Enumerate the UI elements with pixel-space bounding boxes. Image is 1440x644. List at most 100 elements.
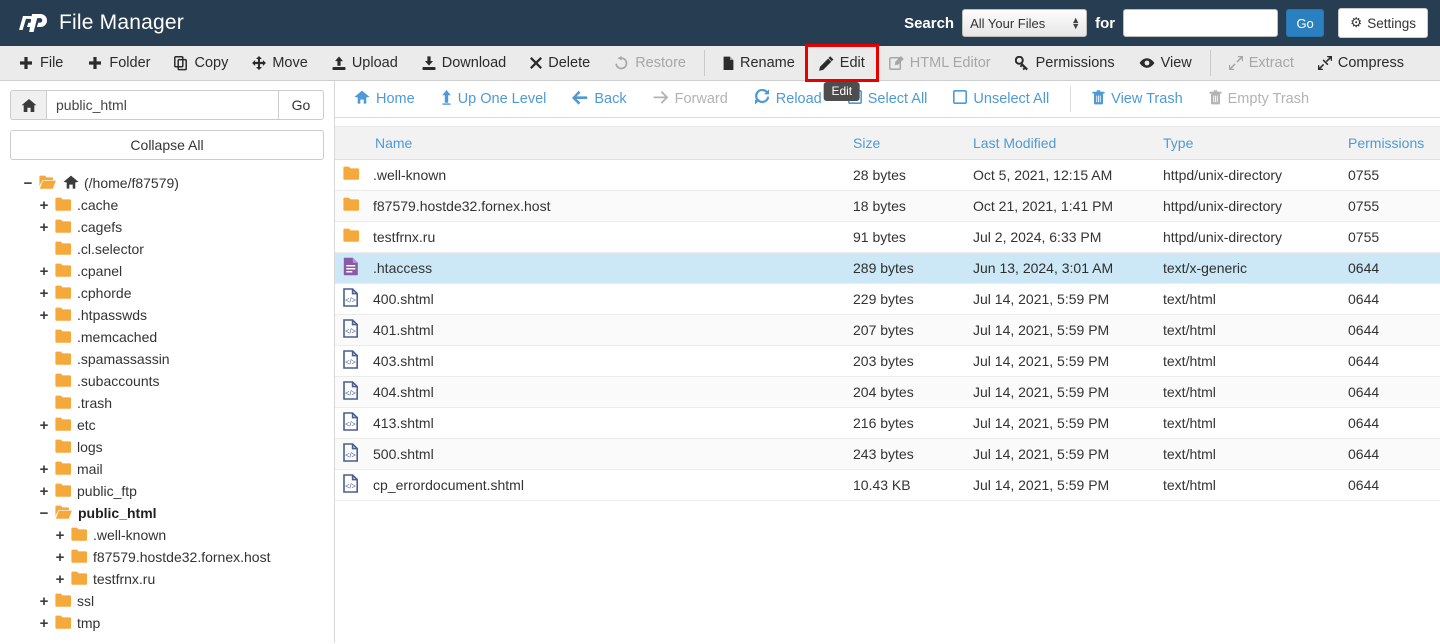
toolbar-button-download[interactable]: Download xyxy=(410,46,519,80)
tree-toggle-icon[interactable]: + xyxy=(38,462,50,477)
column-header-last-modified[interactable]: Last Modified xyxy=(965,126,1155,160)
cell-name[interactable]: </> 404.shtml xyxy=(335,376,845,408)
nav-button-unselect-all[interactable]: Unselect All xyxy=(940,81,1062,117)
tree-item-.cpanel[interactable]: + .cpanel xyxy=(10,260,324,282)
file-name[interactable]: 500.shtml xyxy=(373,446,434,462)
tree-toggle-icon[interactable]: − xyxy=(38,506,50,521)
toolbar-button-delete[interactable]: Delete xyxy=(518,46,602,80)
cell-name[interactable]: </> 413.shtml xyxy=(335,407,845,439)
table-row[interactable]: </> 404.shtml 204 bytes Jul 14, 2021, 5:59 … xyxy=(335,376,1440,408)
path-home-button[interactable] xyxy=(10,90,46,120)
tree-toggle-icon[interactable]: + xyxy=(54,528,66,543)
cell-name[interactable]: testfrnx.ru xyxy=(335,221,845,253)
column-header-type[interactable]: Type xyxy=(1155,126,1340,160)
tree-toggle-icon[interactable]: + xyxy=(54,572,66,587)
tree-toggle-icon[interactable]: + xyxy=(38,264,50,279)
tree-toggle-icon[interactable]: + xyxy=(38,286,50,301)
file-name[interactable]: f87579.hostde32.fornex.host xyxy=(373,198,550,214)
settings-button[interactable]: ⚙ Settings xyxy=(1338,8,1428,38)
column-header-permissions[interactable]: Permissions xyxy=(1340,126,1440,160)
tree-item-.cl.selector[interactable]: +.cl.selector xyxy=(10,238,324,260)
tree-toggle-icon[interactable]: + xyxy=(38,418,50,433)
tree-item-.cache[interactable]: + .cache xyxy=(10,194,324,216)
table-row[interactable]: f87579.hostde32.fornex.host 18 bytes Oct 2… xyxy=(335,190,1440,222)
tree-item-.trash[interactable]: +.trash xyxy=(10,392,324,414)
toolbar-button-file[interactable]: File xyxy=(6,46,75,80)
nav-button-back[interactable]: Back xyxy=(559,81,639,117)
tree-item-public_html[interactable]: − public_html xyxy=(10,502,324,524)
file-name[interactable]: testfrnx.ru xyxy=(373,229,435,245)
table-row[interactable]: </> 403.shtml 203 bytes Jul 14, 2021, 5:59 … xyxy=(335,345,1440,377)
tree-item-.spamassassin[interactable]: +.spamassassin xyxy=(10,348,324,370)
toolbar-button-view[interactable]: View xyxy=(1127,46,1204,80)
table-row[interactable]: .htaccess 289 bytes Jun 13, 2024, 3:01 AM t… xyxy=(335,252,1440,284)
tree-toggle-icon[interactable]: + xyxy=(38,594,50,609)
table-row[interactable]: </> 413.shtml 216 bytes Jul 14, 2021, 5:59 … xyxy=(335,407,1440,439)
nav-button-view-trash[interactable]: View Trash xyxy=(1079,81,1195,117)
column-header-name[interactable]: Name xyxy=(335,126,845,160)
tree-toggle-icon[interactable]: + xyxy=(54,550,66,565)
collapse-all-button[interactable]: Collapse All xyxy=(10,130,324,160)
tree-item-.cphorde[interactable]: + .cphorde xyxy=(10,282,324,304)
file-name[interactable]: 403.shtml xyxy=(373,353,434,369)
file-name[interactable]: 401.shtml xyxy=(373,322,434,338)
tree-item-.cagefs[interactable]: + .cagefs xyxy=(10,216,324,238)
table-row[interactable]: testfrnx.ru 91 bytes Jul 2, 2024, 6:33 PM h… xyxy=(335,221,1440,253)
tree-item-mail[interactable]: + mail xyxy=(10,458,324,480)
search-input[interactable] xyxy=(1123,9,1279,37)
file-name[interactable]: 404.shtml xyxy=(373,384,434,400)
table-row[interactable]: .well-known 28 bytes Oct 5, 2021, 12:15 AM… xyxy=(335,159,1440,191)
search-go-button[interactable]: Go xyxy=(1286,9,1325,37)
tree-item-.subaccounts[interactable]: +.subaccounts xyxy=(10,370,324,392)
path-input[interactable] xyxy=(46,90,278,120)
toolbar-button-edit[interactable]: Edit Edit xyxy=(804,44,879,101)
table-row[interactable]: </> 401.shtml 207 bytes Jul 14, 2021, 5:59 … xyxy=(335,314,1440,346)
file-name[interactable]: cp_errordocument.shtml xyxy=(373,477,524,493)
tree-toggle-icon[interactable]: + xyxy=(38,198,50,213)
file-name[interactable]: 413.shtml xyxy=(373,415,434,431)
toolbar-button-compress[interactable]: Compress xyxy=(1306,46,1416,80)
tree-item-.well-known[interactable]: + .well-known xyxy=(10,524,324,546)
toolbar-button-permissions[interactable]: Permissions xyxy=(1003,46,1127,80)
toolbar-button-copy[interactable]: Copy xyxy=(162,46,240,80)
tree-toggle-icon[interactable]: − xyxy=(22,176,34,191)
search-scope-select[interactable]: All Your Files xyxy=(962,9,1088,37)
tree-item-logs[interactable]: +logs xyxy=(10,436,324,458)
nav-button-up-one-level[interactable]: Up One Level xyxy=(428,81,560,117)
tree-item-testfrnx.ru[interactable]: + testfrnx.ru xyxy=(10,568,324,590)
file-name[interactable]: .htaccess xyxy=(373,260,432,276)
table-row[interactable]: </> cp_errordocument.shtml 10.43 KB Jul 14,… xyxy=(335,469,1440,501)
column-header-size[interactable]: Size xyxy=(845,126,965,160)
cell-name[interactable]: </> 400.shtml xyxy=(335,283,845,315)
toolbar-button-rename[interactable]: Rename xyxy=(711,46,807,80)
toolbar-button-folder[interactable]: Folder xyxy=(75,46,162,80)
table-row[interactable]: </> 500.shtml 243 bytes Jul 14, 2021, 5:59 … xyxy=(335,438,1440,470)
tree-item-ssl[interactable]: + ssl xyxy=(10,590,324,612)
nav-button-reload[interactable]: Reload xyxy=(741,81,835,117)
cell-name[interactable]: </> cp_errordocument.shtml xyxy=(335,469,845,501)
cell-name[interactable]: .well-known xyxy=(335,159,845,191)
tree-toggle-icon[interactable]: + xyxy=(38,616,50,631)
tree-item-public_ftp[interactable]: + public_ftp xyxy=(10,480,324,502)
tree-toggle-icon[interactable]: + xyxy=(38,308,50,323)
cell-name[interactable]: .htaccess xyxy=(335,252,845,284)
tree-item-.htpasswds[interactable]: + .htpasswds xyxy=(10,304,324,326)
tree-item-etc[interactable]: + etc xyxy=(10,414,324,436)
cell-name[interactable]: </> 403.shtml xyxy=(335,345,845,377)
cell-name[interactable]: f87579.hostde32.fornex.host xyxy=(335,190,845,222)
tree-toggle-icon[interactable]: + xyxy=(38,484,50,499)
tree-item-f87579.hostde32.fornex.host[interactable]: + f87579.hostde32.fornex.host xyxy=(10,546,324,568)
tree-item-homef87579[interactable]: − (/home/f87579) xyxy=(10,172,324,194)
file-name[interactable]: .well-known xyxy=(373,167,446,183)
cell-name[interactable]: </> 500.shtml xyxy=(335,438,845,470)
file-name[interactable]: 400.shtml xyxy=(373,291,434,307)
tree-item-.memcached[interactable]: +.memcached xyxy=(10,326,324,348)
toolbar-button-move[interactable]: Move xyxy=(240,46,319,80)
table-row[interactable]: </> 400.shtml 229 bytes Jul 14, 2021, 5:59 … xyxy=(335,283,1440,315)
tree-item-tmp[interactable]: + tmp xyxy=(10,612,324,634)
path-go-button[interactable]: Go xyxy=(278,90,324,120)
toolbar-button-upload[interactable]: Upload xyxy=(320,46,410,80)
nav-button-home[interactable]: Home xyxy=(341,81,428,117)
cell-name[interactable]: </> 401.shtml xyxy=(335,314,845,346)
tree-toggle-icon[interactable]: + xyxy=(38,220,50,235)
